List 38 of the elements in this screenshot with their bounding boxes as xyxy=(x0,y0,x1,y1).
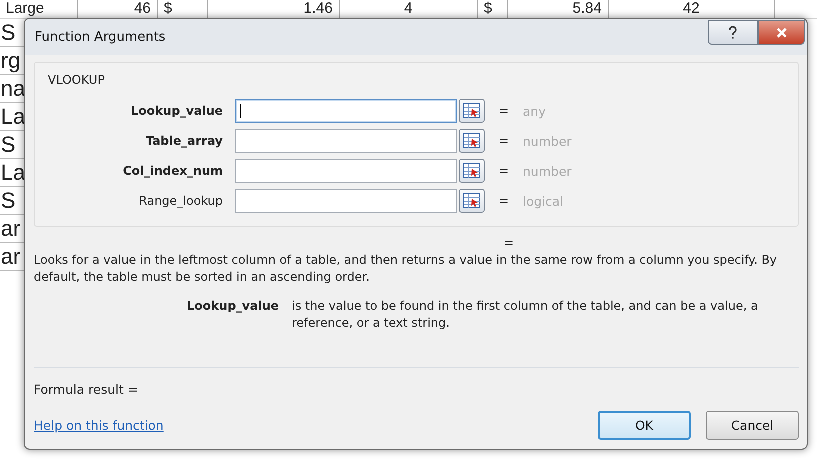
range-select-icon xyxy=(463,103,481,119)
help-icon xyxy=(728,26,738,40)
function-name: VLOOKUP xyxy=(47,73,105,87)
argument-field[interactable] xyxy=(235,189,457,213)
ok-button[interactable]: OK xyxy=(598,411,691,440)
argument-type: number xyxy=(523,134,573,148)
help-link[interactable]: Help on this function xyxy=(34,418,164,433)
argument-type: any xyxy=(523,104,547,118)
argument-type: number xyxy=(523,164,573,178)
range-select-icon xyxy=(463,163,481,179)
equals-sign: = xyxy=(498,194,510,208)
argument-type: logical xyxy=(523,194,565,208)
argument-field[interactable] xyxy=(235,99,457,123)
close-button[interactable] xyxy=(758,20,805,45)
formula-result: Formula result = xyxy=(34,382,140,397)
argument-label: Table_array xyxy=(144,134,224,148)
range-select-button[interactable] xyxy=(459,99,485,123)
close-icon xyxy=(776,28,788,38)
function-description: Looks for a value in the leftmost column of a table, and then returns a value in the same row from a column you specify. By default, the table must be sorted in an ascending order. xyxy=(34,252,778,286)
equals-sign: = xyxy=(498,104,510,118)
range-select-button[interactable] xyxy=(459,189,485,213)
equals-sign: = xyxy=(498,134,510,148)
help-button[interactable] xyxy=(708,20,758,45)
argument-label: Lookup_value xyxy=(130,104,224,118)
range-select-button[interactable] xyxy=(459,129,485,153)
range-select-icon xyxy=(463,193,481,209)
argument-field[interactable] xyxy=(235,159,457,183)
argument-label: Range_lookup xyxy=(138,194,224,208)
cancel-button[interactable]: Cancel xyxy=(706,411,799,440)
function-result: = xyxy=(504,236,516,250)
range-select-icon xyxy=(463,133,481,149)
range-select-button[interactable] xyxy=(459,159,485,183)
window-title: Function Arguments xyxy=(35,30,166,44)
argument-label: Col_index_num xyxy=(122,164,224,178)
argument-help-label: Lookup_value xyxy=(186,298,280,315)
argument-field[interactable] xyxy=(235,129,457,153)
equals-sign: = xyxy=(498,164,510,178)
argument-help-text: is the value to be found in the first column of the table, and can be a value, a reference, or a text string. xyxy=(292,298,760,332)
